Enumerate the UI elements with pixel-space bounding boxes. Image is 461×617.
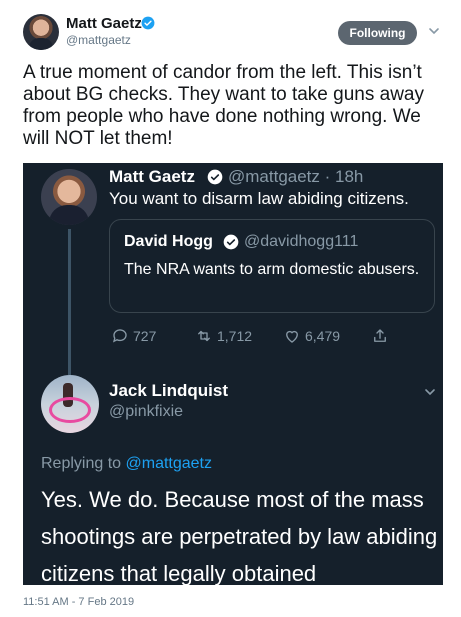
verified-badge-icon [223, 234, 239, 250]
tweet-text: A true moment of candor from the left. T… [23, 62, 424, 149]
replying-to: Replying to @mattgaetz [41, 455, 212, 473]
reply-author-name: Jack Lindquist [109, 381, 229, 400]
reply-text: Yes. We do. Because most of the mass sho… [41, 487, 438, 585]
reply-icon [112, 329, 127, 343]
embedded-screenshot: Matt Gaetz @mattgaetz · 18h You want to … [23, 163, 443, 585]
quoted-tweet: David Hogg @davidhogg111 The NRA wants t… [109, 219, 435, 313]
chevron-down-icon [425, 389, 435, 396]
embedded-tweet-text: You want to disarm law abiding citizens. [109, 189, 409, 208]
following-button[interactable]: Following [338, 21, 417, 45]
replying-prefix: Replying to [41, 455, 122, 472]
verified-badge-icon [207, 169, 223, 185]
author-avatar[interactable] [23, 14, 59, 50]
quoted-author-handle: @davidhogg111 [244, 233, 359, 250]
embedded-author-name: Matt Gaetz [109, 167, 195, 186]
replying-to-handle: @mattgaetz [125, 455, 213, 472]
gaetz-avatar [41, 169, 97, 225]
share-icon [374, 329, 386, 342]
quoted-author-name: David Hogg [124, 233, 213, 250]
tweet-actions: 727 1,712 6,479 [109, 327, 429, 349]
reply-count: 727 [133, 328, 157, 344]
embedded-author-handle: @mattgaetz · 18h [228, 167, 364, 186]
chevron-down-icon[interactable] [427, 24, 441, 38]
share-action [371, 327, 389, 345]
retweet-action: 1,712 [195, 327, 252, 345]
retweet-icon [198, 330, 210, 342]
reply-action: 727 [111, 327, 156, 345]
reply-author-handle: @pinkfixie [109, 403, 184, 420]
like-count: 6,479 [305, 328, 341, 344]
tweet-timestamp[interactable]: 11:51 AM - 7 Feb 2019 [23, 596, 134, 608]
thread-connector [68, 229, 71, 375]
like-action: 6,479 [283, 327, 340, 345]
retweet-count: 1,712 [217, 328, 253, 344]
quoted-tweet-text: The NRA wants to arm domestic abusers. [124, 261, 420, 278]
heart-icon [286, 330, 298, 343]
jack-avatar [41, 375, 99, 433]
verified-badge-icon [141, 16, 155, 30]
author-handle[interactable]: @mattgaetz [66, 33, 131, 47]
tweet-header: Matt Gaetz @mattgaetz Following [0, 0, 461, 56]
author-name[interactable]: Matt Gaetz [66, 15, 142, 32]
